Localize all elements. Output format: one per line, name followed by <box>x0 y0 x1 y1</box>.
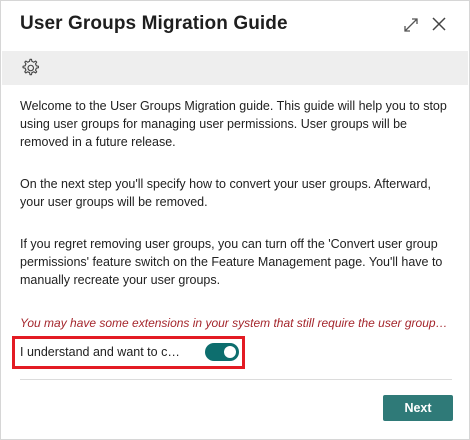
migration-guide-dialog: User Groups Migration Guide Welcome to t… <box>0 0 470 440</box>
regret-paragraph: If you regret removing user groups, you … <box>20 237 443 287</box>
next-step-paragraph: On the next step you'll specify how to c… <box>20 177 431 209</box>
close-icon[interactable] <box>431 16 447 32</box>
gear-icon[interactable] <box>19 57 41 79</box>
extensions-warning: You may have some extensions in your sys… <box>20 316 452 330</box>
consent-toggle-label: I understand and want to conti... <box>20 345 186 359</box>
dialog-toolbar <box>2 51 468 85</box>
dialog-header: User Groups Migration Guide <box>1 1 469 51</box>
dialog-title: User Groups Migration Guide <box>20 13 288 34</box>
footer-divider <box>20 379 452 380</box>
consent-toggle[interactable] <box>205 343 239 361</box>
next-button[interactable]: Next <box>383 395 453 421</box>
toggle-knob <box>224 346 236 358</box>
intro-paragraph: Welcome to the User Groups Migration gui… <box>20 99 447 149</box>
expand-icon[interactable] <box>403 17 419 33</box>
